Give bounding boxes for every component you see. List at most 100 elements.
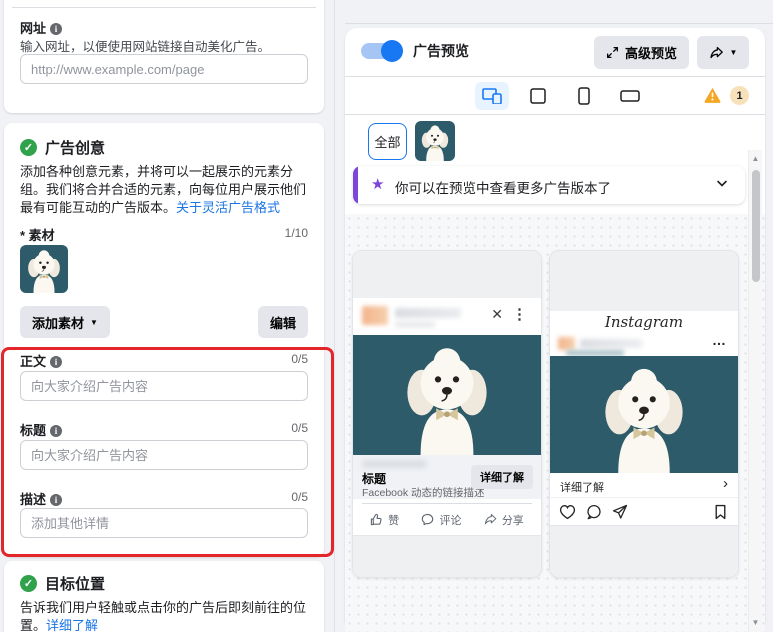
comment-icon[interactable] xyxy=(586,504,602,520)
preview-top-divider xyxy=(345,23,773,24)
close-icon[interactable]: ✕ xyxy=(491,306,503,323)
scroll-down-icon[interactable]: ▼ xyxy=(749,618,762,628)
redacted-meta xyxy=(395,321,435,328)
url-label: 网址 xyxy=(20,21,46,36)
bookmark-icon[interactable] xyxy=(713,504,728,520)
advanced-preview-label: 高级预览 xyxy=(625,43,677,62)
edit-label: 编辑 xyxy=(270,313,296,332)
body-label: 正文 xyxy=(20,354,46,369)
like-button[interactable]: 赞 xyxy=(370,512,399,528)
comment-bubble-icon xyxy=(421,513,434,526)
headline-input[interactable] xyxy=(20,440,308,470)
feed-bottom-band xyxy=(353,535,541,577)
asset-thumbnail[interactable] xyxy=(20,245,68,293)
landscape-icon xyxy=(620,90,640,102)
warning-icon[interactable] xyxy=(704,87,721,108)
url-card: 网址i 输入网址，以便使用网站链接自动美化广告。 xyxy=(4,0,324,113)
edit-button[interactable]: 编辑 xyxy=(258,306,308,338)
ig-cta-row[interactable]: 详细了解 › xyxy=(550,473,738,497)
fb-cta-button[interactable]: 详细了解 xyxy=(471,465,533,489)
redacted-avatar xyxy=(558,337,575,350)
share-arrow-icon xyxy=(484,513,497,526)
body-counter: 0/5 xyxy=(291,352,308,366)
url-label-row: 网址 i xyxy=(20,18,62,38)
ads-manager-page: 网址i 输入网址，以便使用网站链接自动美化广告。 ✓ 广告创意 添加各种创意元素… xyxy=(0,0,773,632)
tab-image-variant[interactable] xyxy=(415,121,455,161)
desktop-mobile-icon xyxy=(482,88,502,104)
ad-preview-toggle[interactable] xyxy=(361,42,401,60)
redacted-avatar xyxy=(362,306,388,325)
facebook-preview-card: ✕ ⋮ 标题 Facebook 动态的链接描述 详细了解 xyxy=(352,250,542,578)
destination-card: ✓ 目标位置 告诉我们用户轻触或点击你的广告后即刻前往的位置。详细了解 xyxy=(4,561,324,632)
scrollbar-thumb[interactable] xyxy=(752,170,760,282)
ad-creative-description: 添加各种创意元素，并将可以一起展示的元素分组。我们将合并合适的元素，向每位用户展… xyxy=(20,163,310,217)
check-circle-icon: ✓ xyxy=(20,575,37,592)
caret-down-icon: ▼ xyxy=(730,48,738,57)
info-icon[interactable]: i xyxy=(50,23,62,35)
ig-ad-image xyxy=(550,356,738,473)
redacted-domain xyxy=(362,460,426,468)
body-input[interactable] xyxy=(20,371,308,401)
send-icon[interactable] xyxy=(612,504,628,520)
flexible-format-link[interactable]: 关于灵活广告格式 xyxy=(176,200,280,215)
instagram-logo: Instagram xyxy=(550,311,738,335)
feed-top-band xyxy=(550,251,738,312)
kebab-menu-icon[interactable]: ⋮ xyxy=(512,305,527,323)
instagram-preview-card: Instagram … 详细了解 › xyxy=(549,250,739,578)
portrait-icon xyxy=(578,87,590,105)
headline-counter: 0/5 xyxy=(291,421,308,435)
notification-accent xyxy=(353,166,358,204)
tab-all-variants[interactable]: 全部 xyxy=(368,123,407,160)
fb-ad-image xyxy=(353,335,541,455)
description-label: 描述 xyxy=(20,492,46,507)
share-label: 分享 xyxy=(502,512,524,528)
fb-link-strip: 标题 Facebook 动态的链接描述 详细了解 xyxy=(353,455,541,499)
share-button[interactable]: 分享 xyxy=(484,512,524,528)
chevron-down-icon[interactable] xyxy=(715,175,729,196)
ad-creative-title: 广告创意 xyxy=(45,137,105,158)
check-circle-icon: ✓ xyxy=(20,139,37,156)
destination-learn-more-link[interactable]: 详细了解 xyxy=(46,618,98,632)
divider xyxy=(12,7,316,8)
ig-cta-label: 详细了解 xyxy=(560,479,604,495)
panel-divider xyxy=(334,0,335,632)
info-icon[interactable]: i xyxy=(50,356,62,368)
like-label: 赞 xyxy=(388,512,399,528)
info-icon[interactable]: i xyxy=(50,425,62,437)
notification-text: 你可以在预览中查看更多广告版本了 xyxy=(395,177,611,197)
comment-button[interactable]: 评论 xyxy=(421,512,461,528)
redacted-page-name xyxy=(395,308,461,318)
warning-count-badge[interactable]: 1 xyxy=(730,86,749,105)
preview-scrollbar[interactable]: ▲ ▼ xyxy=(748,150,762,632)
device-all-button[interactable] xyxy=(475,82,509,110)
headline-label-row: 标题i xyxy=(20,420,62,440)
caret-down-icon: ▼ xyxy=(90,318,98,327)
landscape-format-button[interactable] xyxy=(613,82,647,110)
share-preview-button[interactable]: ▼ xyxy=(697,36,749,69)
url-input[interactable] xyxy=(20,54,308,84)
ig-post-header: … xyxy=(550,333,738,356)
square-format-button[interactable] xyxy=(521,82,555,110)
more-options-icon[interactable]: … xyxy=(712,332,726,348)
redacted-username xyxy=(580,339,642,348)
divider xyxy=(345,114,765,115)
scroll-up-icon[interactable]: ▲ xyxy=(749,154,762,164)
portrait-format-button[interactable] xyxy=(567,82,601,110)
description-counter: 0/5 xyxy=(291,490,308,504)
ad-creative-card: ✓ 广告创意 添加各种创意元素，并将可以一起展示的元素分组。我们将合并合适的元素… xyxy=(4,123,324,557)
notification-bar[interactable]: ★ 你可以在预览中查看更多广告版本了 xyxy=(353,166,745,204)
fb-link-description: Facebook 动态的链接描述 xyxy=(362,485,485,500)
square-icon xyxy=(530,88,546,104)
add-asset-button[interactable]: 添加素材 ▼ xyxy=(20,306,110,338)
chevron-right-icon: › xyxy=(723,475,728,492)
add-asset-label: 添加素材 xyxy=(32,313,84,332)
share-arrow-icon xyxy=(709,46,724,60)
advanced-preview-button[interactable]: 高级预览 xyxy=(594,36,689,69)
ad-preview-label: 广告预览 xyxy=(413,41,469,61)
info-icon[interactable]: i xyxy=(50,494,62,506)
description-input[interactable] xyxy=(20,508,308,538)
heart-icon[interactable] xyxy=(559,504,576,520)
divider xyxy=(345,76,765,77)
feed-top-band xyxy=(353,251,541,299)
destination-description: 告诉我们用户轻触或点击你的广告后即刻前往的位置。详细了解 xyxy=(20,599,310,632)
